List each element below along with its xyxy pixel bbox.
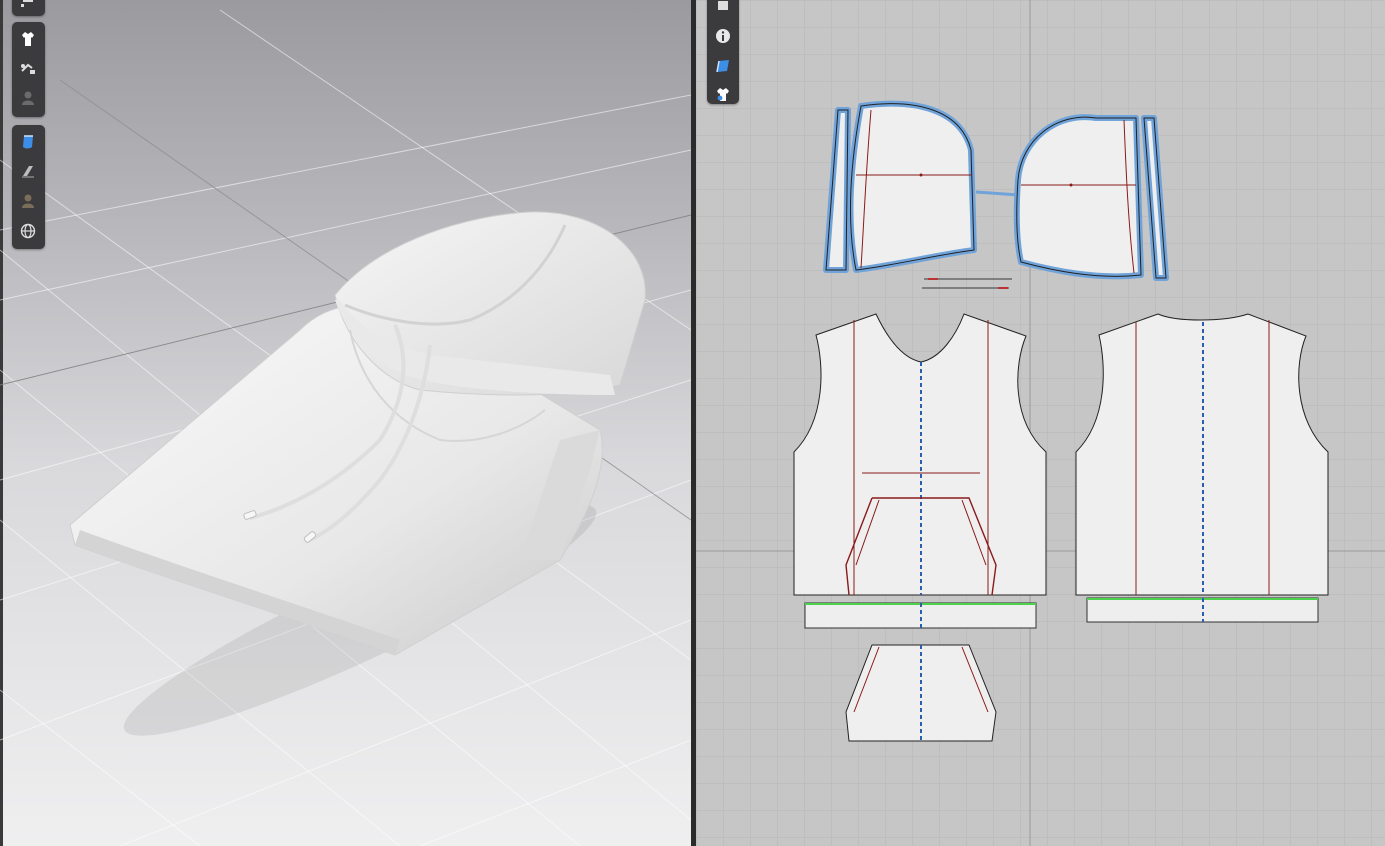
hoodie-3d-model[interactable] (0, 0, 691, 846)
2d-toolbar (707, 0, 739, 104)
2d-pattern-viewport[interactable] (696, 0, 1385, 846)
thickness-icon[interactable] (16, 159, 40, 183)
3d-toolbar-group-3 (12, 125, 45, 249)
avatar-transparency-icon[interactable] (16, 189, 40, 213)
3d-toolbar-group-2 (12, 22, 45, 117)
back-body-panel[interactable] (1075, 313, 1329, 596)
back-hem-band[interactable] (1086, 597, 1319, 623)
front-hem-band[interactable] (804, 602, 1037, 629)
avatar-icon[interactable] (16, 86, 40, 110)
garment-settings-icon[interactable] (711, 82, 735, 106)
globe-icon[interactable] (16, 219, 40, 243)
2d-pattern-canvas (696, 0, 1385, 846)
texture-2d-icon[interactable] (711, 54, 735, 78)
kangaroo-pocket[interactable] (845, 644, 997, 742)
texture-icon[interactable] (16, 130, 40, 154)
3d-viewport[interactable] (0, 0, 691, 846)
info-icon[interactable] (711, 24, 735, 48)
layer-icon[interactable] (16, 0, 40, 16)
hood-left-panel[interactable] (823, 100, 977, 273)
page-icon[interactable] (711, 0, 735, 20)
hanger-icon[interactable] (16, 56, 40, 80)
garment-icon[interactable] (16, 27, 40, 51)
3d-toolbar-group-1 (12, 0, 45, 16)
